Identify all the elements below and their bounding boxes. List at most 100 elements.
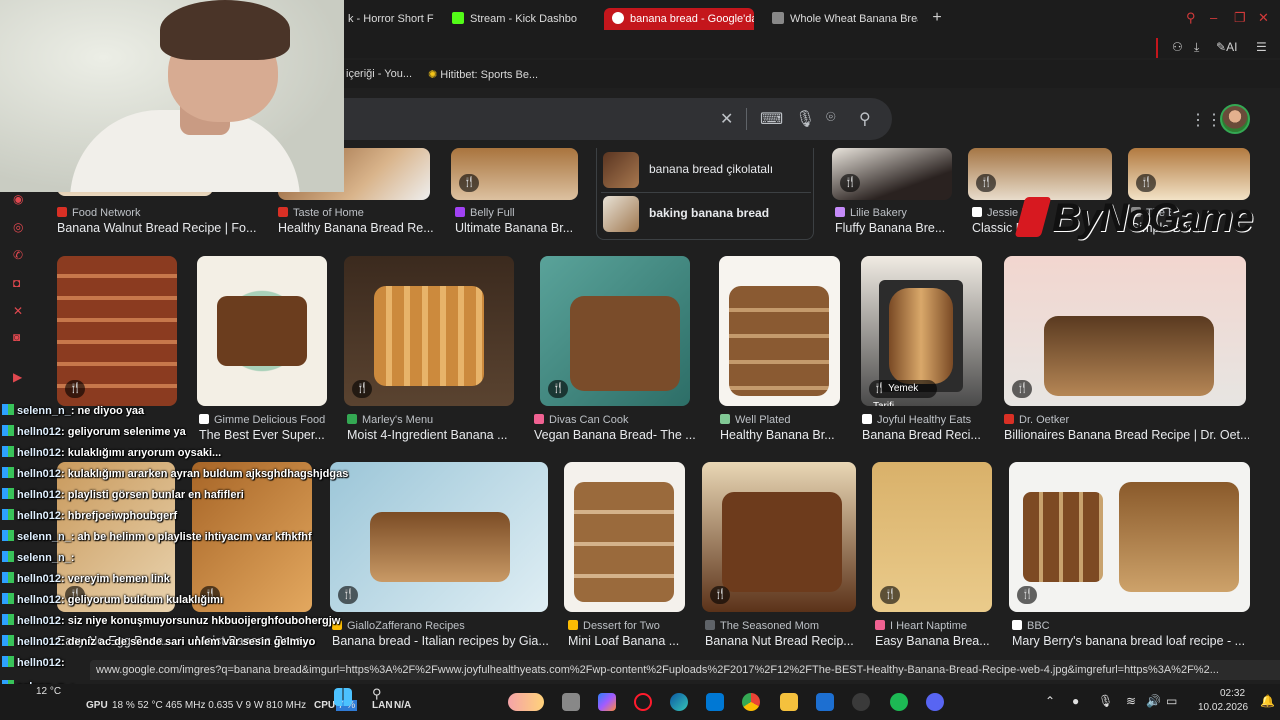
image-result[interactable]: 🍴 xyxy=(1004,256,1246,406)
clock-date[interactable]: 10.02.2026 xyxy=(1198,702,1248,713)
result-source[interactable]: BBC xyxy=(1012,620,1252,632)
tab-whole-wheat[interactable]: Whole Wheat Banana Brea xyxy=(768,8,918,30)
chat-text: : siz niye konuşmuyorsunuz hkbuoijerghfo… xyxy=(61,615,341,627)
chat-message: helln012: xyxy=(2,656,65,676)
bookmark-item[interactable]: içeriği - You... xyxy=(346,68,412,80)
store-icon[interactable] xyxy=(706,693,724,711)
lens-camera-icon[interactable]: ⌾ xyxy=(826,109,836,127)
close-window-icon[interactable]: ✕ xyxy=(1258,10,1269,26)
tab-kick[interactable]: Stream - Kick Dashbo xyxy=(448,8,596,30)
result-source[interactable]: Belly Full xyxy=(455,207,585,219)
chevron-up-icon[interactable]: ⌃ xyxy=(1045,694,1055,708)
result-title[interactable]: Easy Banana Brea... xyxy=(875,634,1000,648)
clock-time[interactable]: 02:32 xyxy=(1220,688,1245,699)
image-result[interactable]: 🍴 xyxy=(702,462,856,612)
image-result[interactable]: 🍴 Yemek Tarifi xyxy=(861,256,982,406)
result-title[interactable]: Healthy Banana Bread Re... xyxy=(278,221,438,235)
suggestion-item[interactable]: baking banana bread xyxy=(601,194,811,234)
file-explorer-icon[interactable] xyxy=(780,693,798,711)
menu-icon[interactable]: ☰ xyxy=(1256,40,1267,54)
minimize-icon[interactable]: – xyxy=(1210,10,1217,25)
social-links-overlay: ◉ ◎ ✆ ◘ ✕ ◙ ▶ xyxy=(0,188,40,388)
recipe-badge-icon: 🍴 xyxy=(352,380,373,398)
result-title[interactable]: Mary Berry's banana bread loaf recipe - … xyxy=(1012,634,1252,648)
battery-icon[interactable]: ▭ xyxy=(1166,694,1177,708)
result-source[interactable]: Taste of Home xyxy=(278,207,438,219)
recipe-badge: 🍴 Yemek Tarifi xyxy=(869,380,937,406)
search-icon[interactable]: ⚲ xyxy=(372,686,390,704)
image-result[interactable] xyxy=(719,256,840,406)
tab-horror[interactable]: k - Horror Short F xyxy=(344,8,434,30)
suggestion-item[interactable]: banana bread çikolatalı xyxy=(601,150,811,190)
image-result[interactable]: 🍴 xyxy=(1128,148,1250,200)
result-source[interactable]: Food Network xyxy=(57,207,257,219)
copilot-icon[interactable] xyxy=(598,693,616,711)
notification-bell-icon[interactable]: 🔔 xyxy=(1260,694,1275,708)
spotify-icon[interactable] xyxy=(890,693,908,711)
bookmark-item[interactable]: ✺ Hititbet: Sports Be... xyxy=(428,68,538,81)
result-title[interactable]: Banana Walnut Bread Recipe | Fo... xyxy=(57,221,257,235)
result-source[interactable]: Well Plated xyxy=(720,414,850,426)
chat-user: helln012 xyxy=(17,615,62,627)
windows-start-icon[interactable] xyxy=(334,688,352,706)
account-icon[interactable]: ⚇ xyxy=(1172,40,1183,54)
download-icon[interactable]: ⤓ xyxy=(1194,40,1199,55)
discord-icon[interactable] xyxy=(926,693,944,711)
task-view-icon[interactable] xyxy=(562,693,580,711)
clear-search-icon[interactable]: ✕ xyxy=(720,109,733,129)
image-result[interactable]: 🍴 xyxy=(1009,462,1250,612)
source-label: Divas Can Cook xyxy=(549,414,629,426)
result-title[interactable]: Fluffy Banana Bre... xyxy=(835,221,955,235)
image-result[interactable]: 🍴 xyxy=(540,256,690,406)
tray-app-icon[interactable]: ● xyxy=(1072,694,1079,708)
opera-icon[interactable] xyxy=(634,693,652,711)
obs-icon[interactable] xyxy=(852,693,870,711)
image-result[interactable]: 🍴 xyxy=(832,148,952,200)
image-result[interactable]: 🍴 xyxy=(451,148,578,200)
search-icon[interactable]: ⚲ xyxy=(859,109,871,129)
image-result[interactable]: 🍴 xyxy=(57,256,177,406)
result-title[interactable]: Vegan Banana Bread- The ... xyxy=(534,428,704,442)
result-source[interactable]: The Seasoned Mom xyxy=(705,620,865,632)
result-title[interactable]: Banana Nut Bread Recip... xyxy=(705,634,865,648)
outlook-icon[interactable] xyxy=(816,693,834,711)
new-tab-button[interactable]: + xyxy=(928,9,946,27)
ai-assistant-button[interactable]: ✎AI xyxy=(1216,40,1237,54)
result-title[interactable]: Mini Loaf Banana ... xyxy=(568,634,693,648)
wifi-icon[interactable]: ≋ xyxy=(1126,694,1136,708)
image-result[interactable]: 🍴 xyxy=(344,256,514,406)
image-result[interactable] xyxy=(564,462,685,612)
result-source[interactable]: Dessert for Two xyxy=(568,620,693,632)
volume-icon[interactable]: 🔊 xyxy=(1146,694,1161,708)
recipe-badge-icon: 🍴 xyxy=(1017,586,1038,604)
result-source[interactable]: Joyful Healthy Eats xyxy=(862,414,992,426)
weather-temp[interactable]: 12 °C xyxy=(36,686,61,697)
lan-value: N/A xyxy=(394,700,412,711)
chat-user: helln012 xyxy=(17,426,62,438)
bread-loaf xyxy=(570,296,680,391)
widgets-icon[interactable] xyxy=(508,693,544,711)
result-source[interactable]: Lilie Bakery xyxy=(835,207,955,219)
result-source[interactable]: Divas Can Cook xyxy=(534,414,704,426)
image-result[interactable]: 🍴 xyxy=(872,462,992,612)
recipe-badge-icon: 🍴 xyxy=(65,380,86,398)
x-icon: ✕ xyxy=(13,304,24,318)
result-title[interactable]: Healthy Banana Br... xyxy=(720,428,850,442)
search-tabs-icon[interactable]: ⚲ xyxy=(1186,10,1196,26)
chrome-icon[interactable] xyxy=(742,693,760,711)
tab-google-active[interactable]: banana bread - Google'da xyxy=(604,8,754,30)
edge-icon[interactable] xyxy=(670,693,688,711)
result-title[interactable]: Banana Bread Reci... xyxy=(862,428,992,442)
result-source[interactable]: I Heart Naptime xyxy=(875,620,1000,632)
maximize-icon[interactable]: ❐ xyxy=(1234,10,1246,26)
result-title[interactable]: Ultimate Banana Br... xyxy=(455,221,585,235)
result-title[interactable]: Billionaires Banana Bread Recipe | Dr. O… xyxy=(1004,428,1249,442)
microphone-icon[interactable]: 🎙 xyxy=(795,109,815,129)
microphone-icon[interactable]: 🎙 xyxy=(1098,694,1113,708)
chat-user: selenn_n_ xyxy=(17,405,71,417)
result-source[interactable]: Dr. Oetker xyxy=(1004,414,1249,426)
keyboard-icon[interactable]: ⌨ xyxy=(760,109,783,129)
avatar[interactable] xyxy=(1220,104,1250,134)
image-result[interactable]: 🍴 xyxy=(968,148,1112,200)
image-result[interactable] xyxy=(197,256,327,406)
